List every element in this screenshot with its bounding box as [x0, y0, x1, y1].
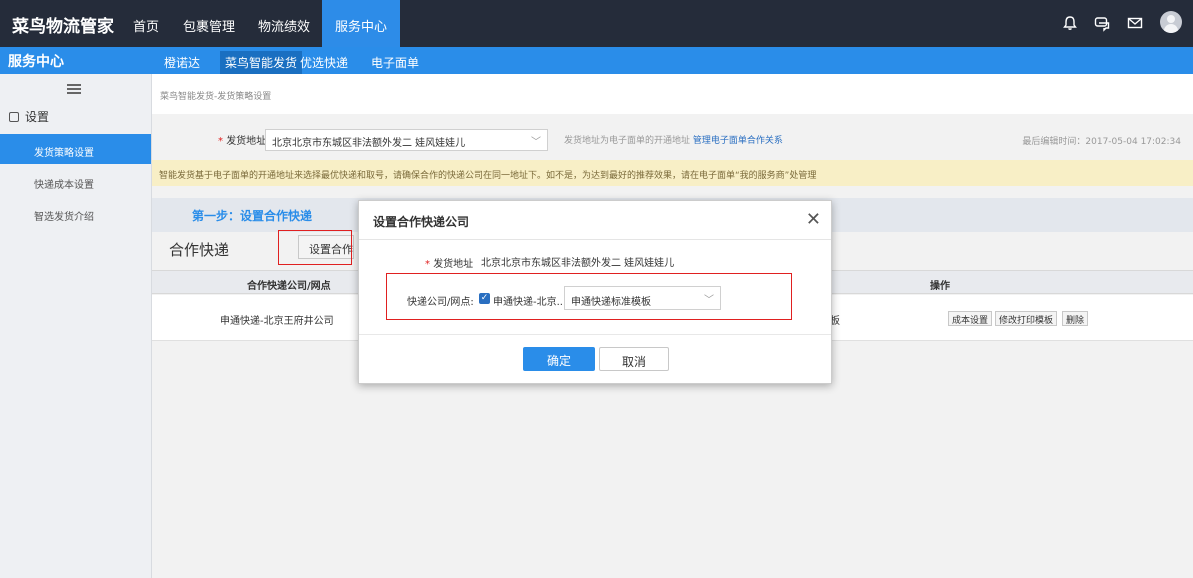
step-title: 第一步：设置合作快递 [192, 209, 313, 223]
highlight-box [278, 230, 352, 265]
subnav-e-waybill[interactable]: 电子面单 [371, 54, 419, 71]
sidebar-item-shipping-strategy[interactable]: 发货策略设置 [0, 134, 151, 164]
notice-banner: 智能发货基于电子面单的开通地址来选择最优快递和取号，请确保合作的快递公司在同一地… [152, 160, 1193, 186]
sidebar-item-courier-cost[interactable]: 快递成本设置 [0, 166, 151, 196]
cancel-button[interactable]: 取消 [599, 347, 669, 371]
breadcrumb: 菜鸟智能发货-发货策略设置 [160, 92, 272, 102]
chat-icon[interactable] [1093, 14, 1111, 32]
brand-logo[interactable]: 菜鸟物流管家 [12, 12, 114, 37]
address-label: * 发货地址 [218, 136, 267, 147]
set-partner-courier-dialog: 设置合作快递公司 ✕ * 发货地址 北京北京市东城区非法额外发二 娃风娃娃儿 快… [358, 200, 832, 384]
column-header-company: 合作快递公司/网点 [247, 281, 331, 292]
nav-service-center[interactable]: 服务中心 [322, 0, 401, 47]
courier-label: 快递公司/网点: [407, 297, 474, 308]
last-edit-time: 最后编辑时间：2017-05-04 17:02:34 [1022, 137, 1181, 147]
subnav-chengnuoda[interactable]: 橙诺达 [164, 54, 200, 71]
address-row: * 发货地址 北京北京市东城区非法额外发二 娃风娃娃儿 ﹀ 发货地址为电子面单的… [152, 126, 1193, 152]
settings-icon [9, 112, 19, 122]
nav-parcel-management[interactable]: 包裹管理 [183, 16, 235, 35]
edit-print-template-button[interactable]: 修改打印模板 [995, 311, 1058, 326]
sidebar: 设置 发货策略设置 快递成本设置 智选发货介绍 [0, 74, 152, 578]
close-icon[interactable]: ✕ [806, 209, 821, 230]
sidebar-item-smart-shipping-intro[interactable]: 智选发货介绍 [0, 198, 151, 228]
column-header-actions: 操作 [930, 281, 950, 292]
delete-button[interactable]: 删除 [1062, 311, 1089, 326]
confirm-button[interactable]: 确定 [523, 347, 595, 371]
template-select[interactable]: 申通快递标准模板 ﹀ [564, 286, 721, 310]
nav-logistics-performance[interactable]: 物流绩效 [258, 16, 310, 35]
subnav-title: 服务中心 [8, 54, 64, 70]
chevron-down-icon: ﹀ [531, 137, 541, 148]
chevron-down-icon: ﹀ [704, 295, 714, 306]
courier-checkbox[interactable]: ✓ [479, 293, 490, 304]
nav-home[interactable]: 首页 [133, 16, 159, 35]
menu-toggle-icon[interactable] [67, 84, 81, 94]
user-avatar[interactable] [1160, 11, 1182, 33]
manage-waybill-link[interactable]: 管理电子面单合作关系 [693, 136, 783, 146]
partner-courier-label: 合作快递 [169, 241, 230, 259]
subnav-preferred-courier[interactable]: 优选快递 [300, 54, 348, 71]
bell-icon[interactable] [1061, 14, 1079, 32]
sidebar-section-settings: 设置 [9, 108, 49, 125]
dialog-address-label: * 发货地址 [425, 259, 474, 270]
sub-navbar: 服务中心 橙诺达 菜鸟智能发货 优选快递 电子面单 [0, 47, 1193, 74]
top-navbar: 菜鸟物流管家 首页 包裹管理 物流绩效 服务中心 [0, 0, 1193, 47]
address-select[interactable]: 北京北京市东城区非法额外发二 娃风娃娃儿 ﹀ [265, 129, 548, 151]
dialog-address-value: 北京北京市东城区非法额外发二 娃风娃娃儿 [481, 258, 675, 269]
subnav-smart-shipping[interactable]: 菜鸟智能发货 [220, 51, 303, 74]
dialog-header: 设置合作快递公司 ✕ [359, 201, 831, 240]
dialog-title: 设置合作快递公司 [373, 215, 470, 229]
cell-company: 申通快递-北京王府井公司 [220, 316, 334, 327]
cost-settings-button[interactable]: 成本设置 [948, 311, 993, 326]
address-hint: 发货地址为电子面单的开通地址 管理电子面单合作关系 [564, 136, 783, 146]
mail-icon[interactable] [1126, 14, 1144, 32]
courier-value: 申通快递-北京... [493, 297, 567, 308]
